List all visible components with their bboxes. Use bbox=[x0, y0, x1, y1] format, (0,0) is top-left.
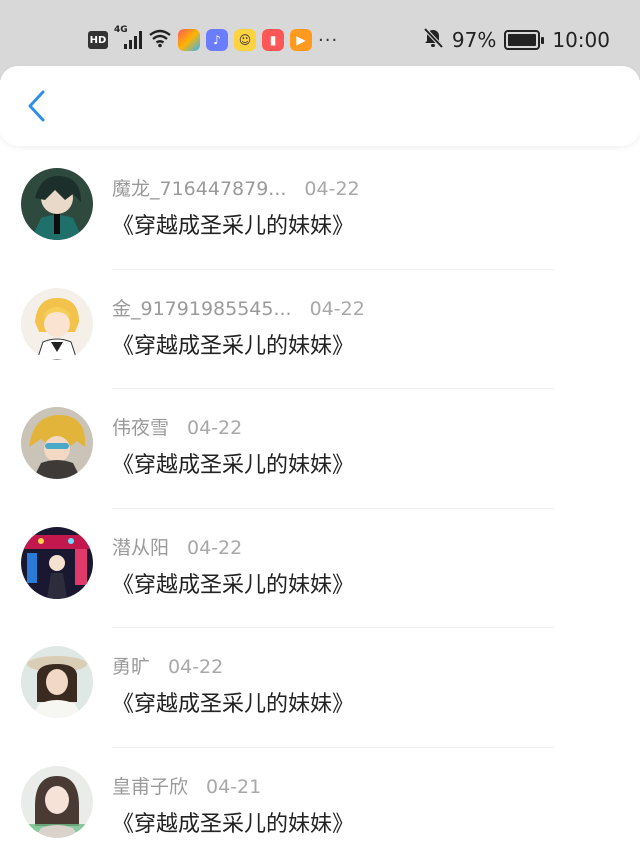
item-date: 04-22 bbox=[168, 656, 224, 678]
item-date: 04-22 bbox=[309, 297, 365, 320]
message-list: 魔龙_716447879... 04-22 《穿越成圣采儿的妹妹》 金_9179… bbox=[0, 150, 640, 861]
item-meta: 潜从阳 04-22 bbox=[112, 533, 242, 560]
battery-icon bbox=[504, 30, 545, 50]
item-date: 04-22 bbox=[187, 536, 243, 559]
user-name[interactable]: 勇旷 bbox=[112, 652, 150, 679]
avatar[interactable] bbox=[21, 168, 93, 240]
user-name[interactable]: 魔龙_716447879... bbox=[112, 174, 286, 201]
user-name[interactable]: 皇甫子欣 bbox=[112, 772, 188, 799]
more-notifications-icon: ··· bbox=[318, 29, 339, 51]
list-item[interactable]: 皇甫子欣 04-21 《穿越成圣采儿的妹妹》 bbox=[0, 748, 640, 861]
user-name[interactable]: 金_91791985545... bbox=[112, 294, 292, 321]
list-item[interactable]: 勇旷 04-22 《穿越成圣采儿的妹妹》 bbox=[0, 628, 640, 748]
chat-icon: ☺ bbox=[234, 29, 256, 51]
battery-percent: 97% bbox=[451, 28, 497, 52]
clock: 10:00 bbox=[552, 28, 610, 52]
chevron-left-icon bbox=[28, 90, 45, 122]
user-name[interactable]: 潜从阳 bbox=[112, 533, 169, 560]
signal-icon: 4G bbox=[114, 25, 142, 49]
nav-bar bbox=[0, 66, 640, 146]
avatar[interactable] bbox=[21, 526, 93, 599]
network-type: 4G bbox=[114, 25, 128, 35]
item-meta: 伟夜雪 04-22 bbox=[112, 413, 242, 440]
item-meta: 金_91791985545... 04-22 bbox=[112, 294, 365, 321]
avatar[interactable] bbox=[21, 407, 93, 479]
list-item[interactable]: 金_91791985545... 04-22 《穿越成圣采儿的妹妹》 bbox=[0, 270, 640, 389]
list-item[interactable]: 魔龙_716447879... 04-22 《穿越成圣采儿的妹妹》 bbox=[0, 150, 640, 270]
book-icon: ▮ bbox=[262, 29, 284, 51]
status-left-icons: HD 4G ♪ ☺ ▮ ▶ ··· bbox=[88, 25, 339, 54]
item-meta: 皇甫子欣 04-21 bbox=[112, 772, 261, 799]
back-button[interactable] bbox=[18, 86, 54, 126]
avatar[interactable] bbox=[21, 765, 93, 838]
book-title[interactable]: 《穿越成圣采儿的妹妹》 bbox=[112, 208, 354, 240]
mute-bell-icon bbox=[422, 27, 444, 54]
hd-badge: HD bbox=[88, 31, 108, 49]
music-icon: ♪ bbox=[206, 29, 228, 51]
avatar[interactable] bbox=[21, 646, 93, 718]
item-meta: 勇旷 04-22 bbox=[112, 652, 223, 679]
book-title[interactable]: 《穿越成圣采儿的妹妹》 bbox=[112, 806, 354, 838]
item-date: 04-22 bbox=[187, 417, 243, 439]
item-date: 04-22 bbox=[304, 178, 360, 200]
item-meta: 魔龙_716447879... 04-22 bbox=[112, 174, 360, 201]
list-item[interactable]: 伟夜雪 04-22 《穿越成圣采儿的妹妹》 bbox=[0, 389, 640, 509]
avatar[interactable] bbox=[21, 287, 93, 360]
app-icon bbox=[178, 29, 200, 51]
wifi-icon bbox=[148, 28, 172, 52]
book-title[interactable]: 《穿越成圣采儿的妹妹》 bbox=[112, 447, 354, 479]
status-right-icons: 97% 10:00 bbox=[422, 26, 610, 54]
item-date: 04-21 bbox=[206, 775, 262, 798]
book-title[interactable]: 《穿越成圣采儿的妹妹》 bbox=[112, 328, 354, 360]
book-title[interactable]: 《穿越成圣采儿的妹妹》 bbox=[112, 567, 354, 599]
list-item[interactable]: 潜从阳 04-22 《穿越成圣采儿的妹妹》 bbox=[0, 509, 640, 628]
user-name[interactable]: 伟夜雪 bbox=[112, 413, 169, 440]
video-icon: ▶ bbox=[290, 29, 312, 51]
book-title[interactable]: 《穿越成圣采儿的妹妹》 bbox=[112, 686, 354, 718]
